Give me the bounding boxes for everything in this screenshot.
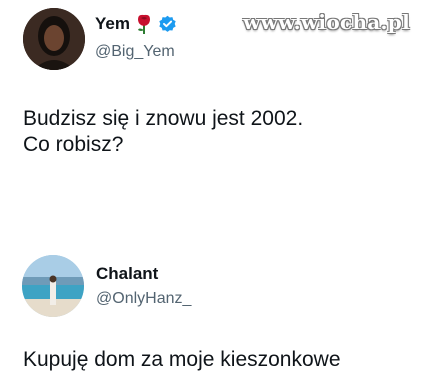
tweet-text: Budzisz się i znowu jest 2002. Co robisz… <box>23 107 304 156</box>
avatar[interactable] <box>22 255 84 317</box>
verified-badge-icon <box>158 15 177 34</box>
tweet-text: Kupuję dom za moje kieszonkowe <box>23 348 341 371</box>
rose-icon <box>134 13 154 35</box>
avatar[interactable] <box>23 8 85 70</box>
reply-tweet-card: Chalant @OnlyHanz_ Kupuję dom za moje ki… <box>0 240 422 386</box>
display-name[interactable]: Yem <box>95 13 177 35</box>
display-name[interactable]: Chalant <box>96 264 158 284</box>
display-name-text: Yem <box>95 14 130 33</box>
user-handle[interactable]: @OnlyHanz_ <box>96 289 191 309</box>
tweet-card: Yem @Big_Yem Budzisz się i znowu jest 20… <box>0 0 422 240</box>
user-handle[interactable]: @Big_Yem <box>95 42 175 62</box>
